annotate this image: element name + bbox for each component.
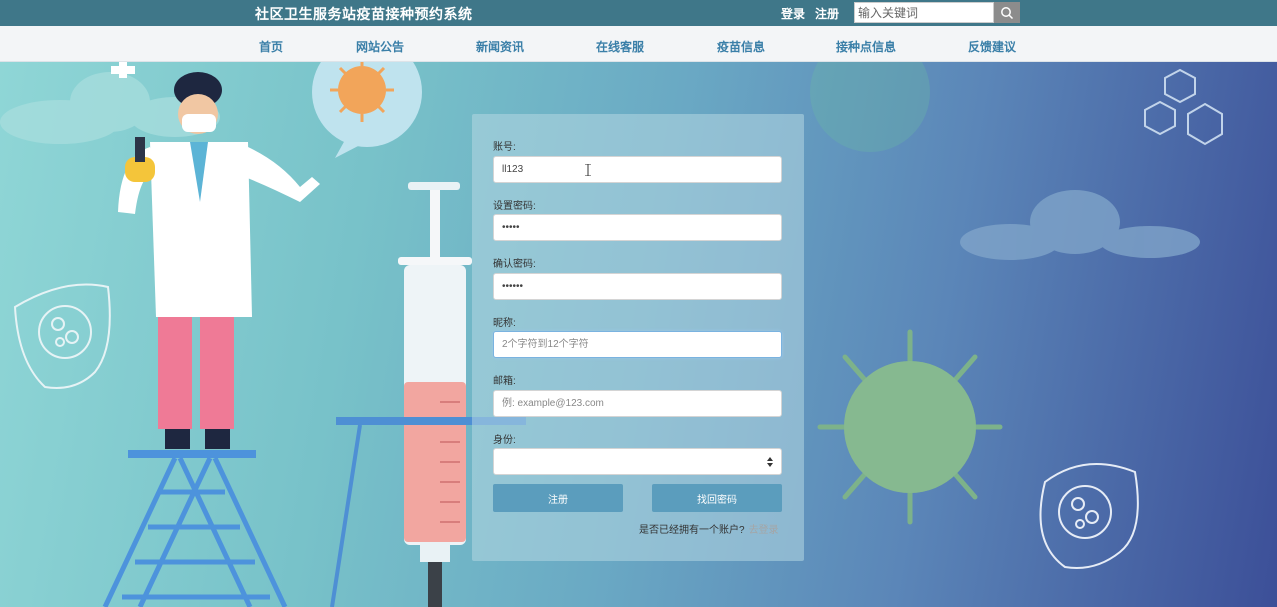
text-cursor-icon xyxy=(585,164,591,176)
email-input[interactable] xyxy=(493,390,782,417)
confirm-password-value: •••••• xyxy=(502,281,524,292)
register-link[interactable]: 注册 xyxy=(815,5,839,22)
account-value: ll123 xyxy=(502,164,524,175)
password-label: 设置密码: xyxy=(493,201,536,212)
nickname-label: 昵称: xyxy=(493,318,516,329)
nav-item-online-service[interactable]: 在线客服 xyxy=(596,38,644,55)
have-account-text: 是否已经拥有一个账户? xyxy=(639,525,745,536)
search-button[interactable] xyxy=(994,2,1020,23)
nav-item-news[interactable]: 新闻资讯 xyxy=(476,38,524,55)
nav-item-vaccination-sites[interactable]: 接种点信息 xyxy=(836,38,896,55)
cloud-right-icon xyxy=(960,190,1200,260)
register-button[interactable]: 注册 xyxy=(493,484,623,512)
nav-item-vaccine-info[interactable]: 疫苗信息 xyxy=(717,38,765,55)
virus-icon-large xyxy=(817,329,1003,525)
top-bar: 社区卫生服务站疫苗接种预约系统 登录 注册 xyxy=(0,0,1277,26)
email-label: 邮箱: xyxy=(493,376,516,387)
confirm-password-input[interactable]: •••••• xyxy=(493,273,782,300)
site-title: 社区卫生服务站疫苗接种预约系统 xyxy=(255,6,473,22)
register-form: 账号: ll123 设置密码: ••••• 确认密码: •••••• 昵称: 邮… xyxy=(472,114,804,561)
nickname-input[interactable] xyxy=(493,331,782,358)
nav-item-announcements[interactable]: 网站公告 xyxy=(356,38,404,55)
recover-password-button[interactable]: 找回密码 xyxy=(652,484,782,512)
main-nav: 首页 网站公告 新闻资讯 在线客服 疫苗信息 接种点信息 反馈建议 xyxy=(0,26,1277,62)
shield-icon-left xyxy=(13,283,111,389)
password-value: ••••• xyxy=(502,222,520,233)
nav-item-home[interactable]: 首页 xyxy=(259,38,283,55)
ladder-icon xyxy=(102,450,288,607)
shield-icon-right xyxy=(1039,463,1139,569)
search-icon xyxy=(1001,6,1014,19)
identity-select[interactable] xyxy=(493,448,782,475)
have-account-hint: 是否已经拥有一个账户? 去登录 xyxy=(639,521,779,536)
select-arrows-icon xyxy=(767,457,773,467)
account-label: 账号: xyxy=(493,142,516,153)
search-input[interactable] xyxy=(854,2,994,23)
hero-background: 账号: ll123 设置密码: ••••• 确认密码: •••••• 昵称: 邮… xyxy=(0,62,1277,607)
molecule-icon xyxy=(1144,68,1223,146)
speech-bubble-virus-icon xyxy=(312,62,422,158)
go-login-link[interactable]: 去登录 xyxy=(749,525,779,536)
password-input[interactable]: ••••• xyxy=(493,214,782,241)
identity-label: 身份: xyxy=(493,435,516,446)
nav-item-feedback[interactable]: 反馈建议 xyxy=(968,38,1016,55)
confirm-password-label: 确认密码: xyxy=(493,259,536,270)
login-link[interactable]: 登录 xyxy=(781,5,805,22)
account-input[interactable]: ll123 xyxy=(493,156,782,183)
